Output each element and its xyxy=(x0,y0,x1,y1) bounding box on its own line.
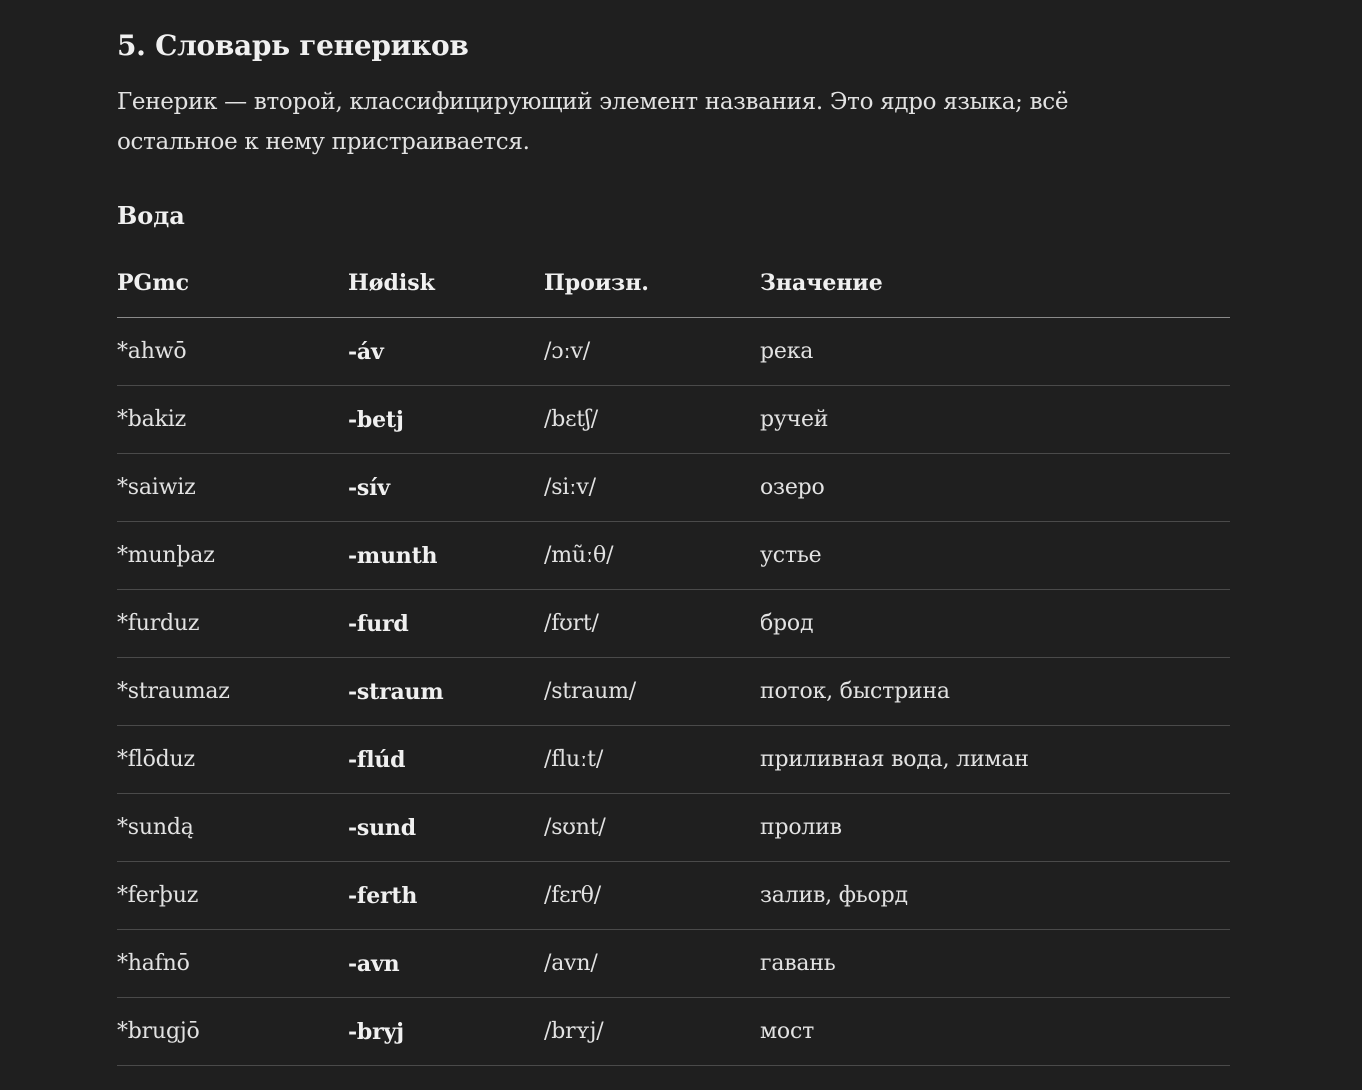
cell-pgmc: *flōduz xyxy=(117,725,348,794)
cell-hodisk: -ferth xyxy=(348,861,544,930)
cell-pgmc: *ahwō xyxy=(117,317,348,386)
cell-pgmc: *brugjō xyxy=(117,997,348,1066)
cell-pgmc: *bakiz xyxy=(117,385,348,454)
table-row: *hafnō -avn /avn/ гавань xyxy=(117,929,1230,998)
cell-pgmc: *furduz xyxy=(117,589,348,658)
cell-meaning: устье xyxy=(760,521,1230,590)
group-title: Вода xyxy=(117,201,185,230)
cell-hodisk: -flúd xyxy=(348,725,544,794)
cell-pronunciation: /bɛtʃ/ xyxy=(544,385,760,454)
cell-meaning: озеро xyxy=(760,453,1230,522)
table-row: *saiwiz -sív /siːv/ озеро xyxy=(117,453,1230,522)
column-header-pronunciation: Произн. xyxy=(544,248,760,318)
table-row: *sundą -sund /sʊnt/ пролив xyxy=(117,793,1230,862)
cell-pronunciation: /fɛrθ/ xyxy=(544,861,760,930)
cell-pronunciation: /fluːt/ xyxy=(544,725,760,794)
cell-pgmc: *straumaz xyxy=(117,657,348,726)
generics-table: PGmc Hødisk Произн. Значение *ahwō -áv /… xyxy=(117,248,1230,1066)
cell-pronunciation: /avn/ xyxy=(544,929,760,998)
cell-pronunciation: /siːv/ xyxy=(544,453,760,522)
table-row: *ahwō -áv /ɔːv/ река xyxy=(117,317,1230,386)
table-row: *munþaz -munth /mũːθ/ устье xyxy=(117,521,1230,590)
table-row: *straumaz -straum /straum/ поток, быстри… xyxy=(117,657,1230,726)
cell-meaning: залив, фьорд xyxy=(760,861,1230,930)
cell-meaning: поток, быстрина xyxy=(760,657,1230,726)
cell-pronunciation: /mũːθ/ xyxy=(544,521,760,590)
cell-meaning: ручей xyxy=(760,385,1230,454)
cell-pgmc: *ferþuz xyxy=(117,861,348,930)
cell-pronunciation: /ɔːv/ xyxy=(544,317,760,386)
cell-pgmc: *sundą xyxy=(117,793,348,862)
table-row: *ferþuz -ferth /fɛrθ/ залив, фьорд xyxy=(117,861,1230,930)
table-row: *furduz -furd /fʊrt/ брод xyxy=(117,589,1230,658)
section-title: 5. Словарь генериков xyxy=(117,29,469,62)
table-row: *brugjō -bryj /brʏj/ мост xyxy=(117,997,1230,1066)
cell-hodisk: -sív xyxy=(348,453,544,522)
cell-meaning: река xyxy=(760,317,1230,386)
cell-pronunciation: /straum/ xyxy=(544,657,760,726)
cell-meaning: приливная вода, лиман xyxy=(760,725,1230,794)
table-row: *flōduz -flúd /fluːt/ приливная вода, ли… xyxy=(117,725,1230,794)
table-header-row: PGmc Hødisk Произн. Значение xyxy=(117,248,1230,318)
cell-hodisk: -betj xyxy=(348,385,544,454)
cell-meaning: мост xyxy=(760,997,1230,1066)
cell-meaning: гавань xyxy=(760,929,1230,998)
cell-hodisk: -munth xyxy=(348,521,544,590)
column-header-meaning: Значение xyxy=(760,248,1230,318)
cell-hodisk: -straum xyxy=(348,657,544,726)
cell-hodisk: -bryj xyxy=(348,997,544,1066)
table-row: *bakiz -betj /bɛtʃ/ ручей xyxy=(117,385,1230,454)
cell-pronunciation: /sʊnt/ xyxy=(544,793,760,862)
cell-pronunciation: /fʊrt/ xyxy=(544,589,760,658)
cell-hodisk: -furd xyxy=(348,589,544,658)
cell-meaning: брод xyxy=(760,589,1230,658)
section-intro: Генерик — второй, классифицирующий элеме… xyxy=(117,89,1069,155)
cell-pgmc: *hafnō xyxy=(117,929,348,998)
cell-meaning: пролив xyxy=(760,793,1230,862)
column-header-hodisk: Hødisk xyxy=(348,248,544,318)
cell-pgmc: *munþaz xyxy=(117,521,348,590)
cell-pronunciation: /brʏj/ xyxy=(544,997,760,1066)
cell-hodisk: -sund xyxy=(348,793,544,862)
cell-hodisk: -avn xyxy=(348,929,544,998)
cell-hodisk: -áv xyxy=(348,317,544,386)
cell-pgmc: *saiwiz xyxy=(117,453,348,522)
column-header-pgmc: PGmc xyxy=(117,248,348,318)
